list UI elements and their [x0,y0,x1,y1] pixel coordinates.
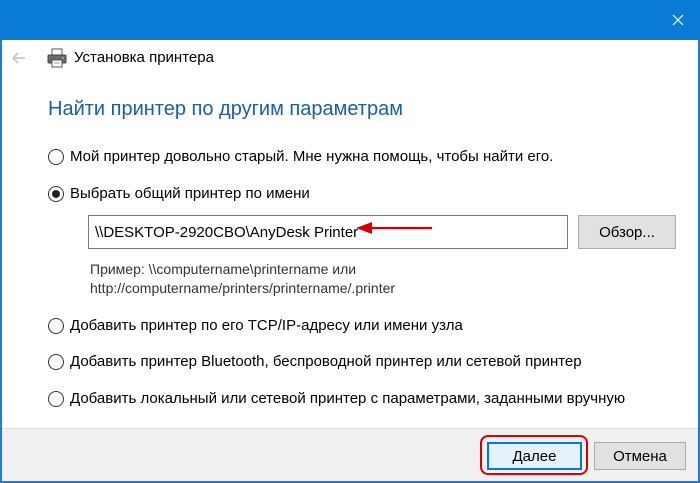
option-shared-by-name[interactable]: Выбрать общий принтер по имени [48,185,310,202]
next-button[interactable]: Далее [487,442,582,470]
option-old-printer[interactable]: Мой принтер довольно старый. Мне нужна п… [48,148,553,165]
add-printer-dialog: Установка принтера Найти принтер по друг… [2,40,698,481]
cancel-button[interactable]: Отмена [594,442,686,470]
red-arrow-icon [356,222,432,234]
option-local-manual-label: Добавить локальный или сетевой принтер с… [70,390,626,407]
close-button[interactable] [656,0,700,40]
dialog-header: Установка принтера [2,40,698,76]
page-heading: Найти принтер по другим параметрам [48,98,403,120]
example-hint-line1: Пример: \\computername\printername или [90,261,357,277]
back-button[interactable] [8,48,30,68]
option-bluetooth-wireless-label: Добавить принтер Bluetooth, беспроводной… [70,353,582,370]
example-hint: Пример: \\computername\printername или h… [90,260,395,298]
radio-shared-by-name[interactable] [48,185,64,202]
window-title: Установка принтера [74,49,214,66]
printer-icon [47,48,67,68]
radio-local-manual[interactable] [48,390,64,407]
printer-path-input[interactable] [88,215,568,249]
example-hint-line2: http://computername/printers/printername… [90,280,396,296]
title-bar [0,0,700,40]
radio-tcpip[interactable] [48,317,64,334]
back-arrow-icon [12,52,25,64]
dialog-footer: Далее Отмена [2,428,698,481]
option-tcpip-label: Добавить принтер по его TCP/IP-адресу ил… [70,317,463,334]
option-bluetooth-wireless[interactable]: Добавить принтер Bluetooth, беспроводной… [48,353,582,370]
radio-bluetooth-wireless[interactable] [48,353,64,370]
browse-button[interactable]: Обзор... [578,215,676,249]
option-local-manual[interactable]: Добавить локальный или сетевой принтер с… [48,390,625,407]
option-tcpip[interactable]: Добавить принтер по его TCP/IP-адресу ил… [48,317,463,334]
close-icon [672,14,684,26]
option-shared-by-name-label: Выбрать общий принтер по имени [70,185,310,202]
radio-old-printer[interactable] [48,148,64,165]
option-old-printer-label: Мой принтер довольно старый. Мне нужна п… [70,148,554,165]
